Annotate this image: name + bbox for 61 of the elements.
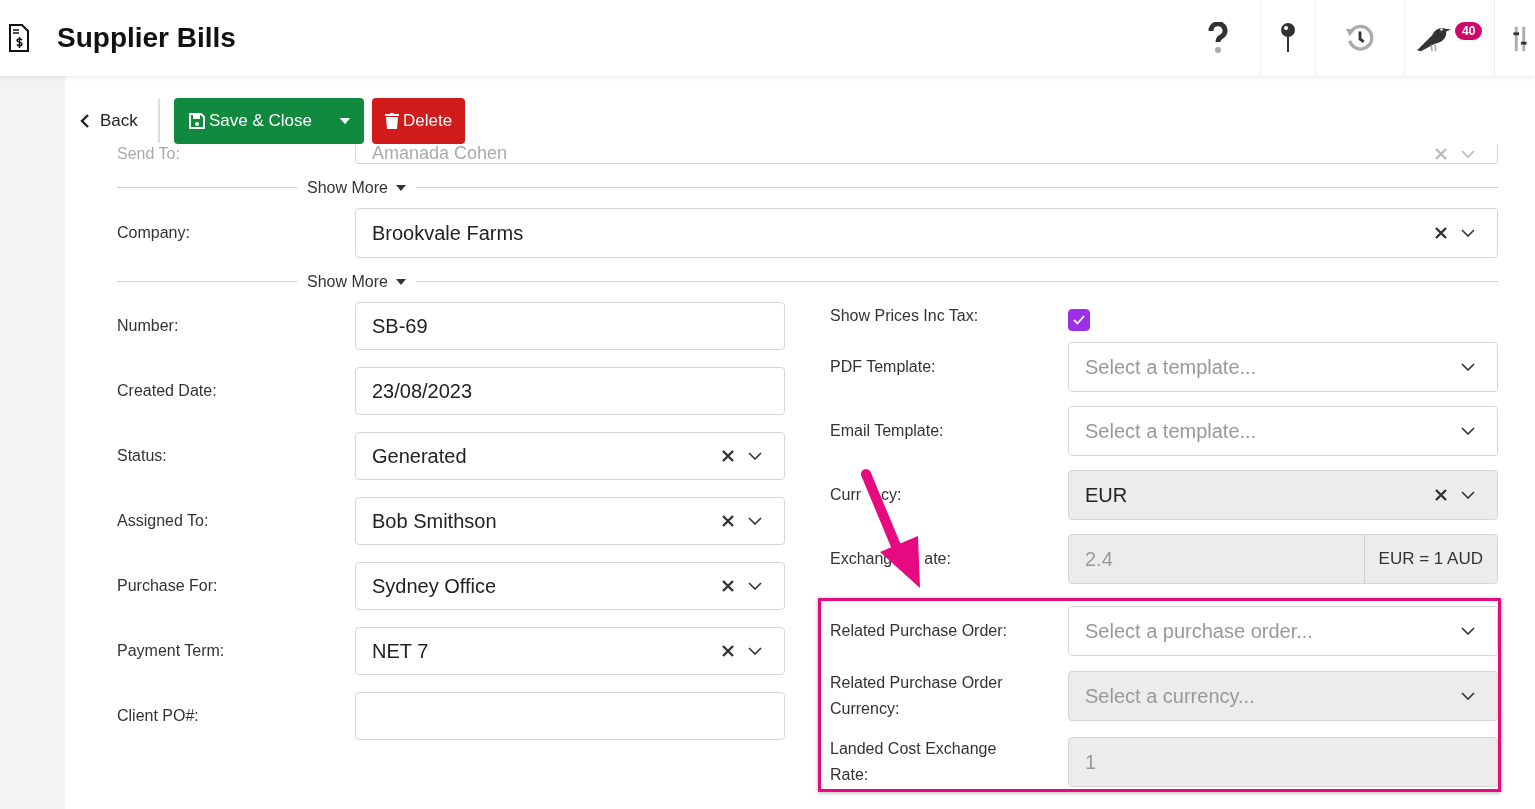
chevron-down-icon (1461, 363, 1475, 371)
field-label: Landed Cost Exchange Rate: (830, 739, 998, 785)
input-field[interactable] (355, 692, 785, 740)
show-more-toggle[interactable]: Show More (297, 179, 416, 197)
select-field[interactable]: Bob Smithson (355, 497, 785, 545)
field-label: Curr (830, 486, 862, 504)
chevron-down-icon (748, 647, 762, 655)
clear-icon[interactable] (722, 580, 734, 592)
checkbox[interactable] (1068, 309, 1090, 331)
field-label: PDF Template: (830, 358, 937, 376)
page-title: Supplier Bills (57, 22, 236, 54)
field-label: Status: (117, 447, 168, 465)
caret-icon (339, 117, 351, 125)
field-label: Show Prices Inc Tax: (830, 307, 980, 325)
dropdown-button[interactable] (324, 98, 364, 144)
chevron-down-icon (1461, 427, 1475, 435)
pin-icon[interactable] (1281, 22, 1295, 54)
chevron-down-icon (1461, 491, 1475, 499)
clear-icon[interactable] (1435, 227, 1447, 239)
field-label: Company: (117, 224, 191, 242)
caret-icon (395, 185, 406, 191)
trash-icon (385, 113, 399, 129)
field-label: Purchase For: (117, 577, 219, 595)
field-label: Created Date: (117, 382, 218, 400)
invoice-icon (8, 24, 30, 52)
field-label: Related Purchase Order Currency: (830, 673, 1004, 719)
chevron-down-icon (748, 452, 762, 460)
field-label: Assigned To: (117, 512, 210, 530)
delete-button[interactable]: Delete (372, 98, 466, 144)
show-more-toggle[interactable]: Show More (297, 273, 416, 291)
input-field[interactable]: 23/08/2023 (355, 367, 785, 415)
chevron-down-icon (748, 517, 762, 525)
chevron-down-icon (1461, 229, 1475, 237)
select-field[interactable]: Generated (355, 432, 785, 480)
field-label: Client PO#: (117, 707, 200, 725)
caret-icon (395, 279, 406, 285)
field-label: ate: (924, 550, 951, 568)
chevron-down-icon (1461, 149, 1475, 158)
back-link[interactable]: Back (80, 111, 158, 131)
clear-icon[interactable] (722, 515, 734, 527)
field-label: Number: (117, 317, 180, 335)
field-label: Email Template: (830, 422, 945, 440)
field-label: Send To: (117, 145, 181, 163)
history-icon[interactable] (1345, 23, 1375, 53)
chevron-down-icon (1461, 692, 1475, 700)
field-label: Payment Term: (117, 642, 226, 660)
select-field[interactable]: Sydney Office (355, 562, 785, 610)
clear-icon[interactable] (722, 450, 734, 462)
checkmark-icon (1073, 315, 1085, 325)
select-field[interactable]: Brookvale Farms (355, 208, 1498, 258)
clear-icon[interactable] (722, 645, 734, 657)
field-label: Related Purchase Order: (830, 621, 1008, 641)
notification-badge: 40 (1455, 22, 1483, 40)
chevron-left-icon (80, 114, 90, 128)
chevron-down-icon (1461, 627, 1475, 635)
input-field[interactable]: SB-69 (355, 302, 785, 350)
save-close-button[interactable]: Save & Close (174, 98, 324, 144)
select-field[interactable]: NET 7 (355, 627, 785, 675)
field-label: cy: (881, 486, 902, 504)
chevron-down-icon (748, 582, 762, 590)
help-icon[interactable] (1208, 22, 1228, 54)
